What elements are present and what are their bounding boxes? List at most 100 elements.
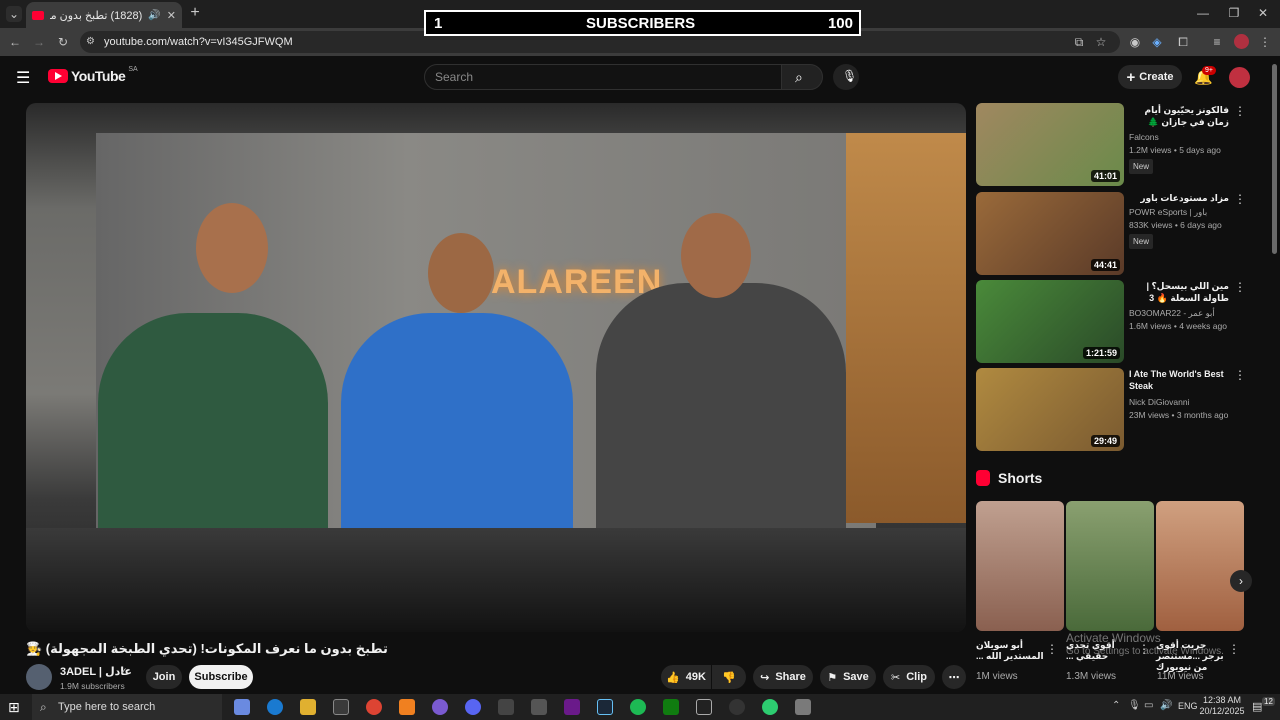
recommendation-thumbnail[interactable]: 29:49 xyxy=(976,368,1124,451)
share-icon: ↪ xyxy=(760,671,770,684)
search-input[interactable]: Search xyxy=(424,64,782,90)
short-thumbnail[interactable] xyxy=(1066,501,1154,631)
recommendation-channel[interactable]: POWR eSports | باور xyxy=(1129,206,1239,219)
file-explorer-icon[interactable] xyxy=(300,699,316,715)
recommendation-thumbnail[interactable]: 41:01 xyxy=(976,103,1124,186)
dislike-button[interactable]: 👎 xyxy=(712,665,746,689)
new-tab-icon[interactable]: + xyxy=(188,4,202,21)
search-button[interactable]: ⌕ xyxy=(781,64,823,90)
restore-icon[interactable]: ❐ xyxy=(1227,6,1241,20)
translate-extension-icon[interactable]: ◈ xyxy=(1150,35,1164,49)
recommendation-thumbnail[interactable]: 1:21:59 xyxy=(976,280,1124,363)
search-icon: ⌕ xyxy=(795,69,803,85)
more-vertical-icon[interactable]: ⋮ xyxy=(1228,642,1240,656)
close-window-icon[interactable]: ✕ xyxy=(1256,6,1270,20)
short-title[interactable]: أبو سويلان المستدير الله ... xyxy=(976,640,1056,662)
join-button[interactable]: Join xyxy=(146,665,182,689)
recommendation-channel[interactable]: BO3OMAR22 - أبو عمر xyxy=(1129,307,1239,320)
browser-menu-icon[interactable]: ⋮ xyxy=(1258,35,1272,49)
video-title: تطبخ بدون ما نعرف المكونات! (تحدي الطبخة… xyxy=(26,641,388,656)
reload-icon[interactable]: ↻ xyxy=(56,35,70,49)
subscribe-button[interactable]: Subscribe xyxy=(189,665,253,689)
obs-icon[interactable] xyxy=(729,699,745,715)
more-vertical-icon[interactable]: ⋮ xyxy=(1234,368,1246,382)
short-thumbnail[interactable] xyxy=(976,501,1064,631)
language-indicator[interactable]: ENG xyxy=(1178,701,1198,711)
video-player[interactable]: ALAREEN xyxy=(26,103,966,632)
app-window-icon[interactable] xyxy=(795,699,811,715)
watermark-line1: Activate Windows xyxy=(1066,631,1161,645)
plus-icon: + xyxy=(1126,68,1136,86)
windows-start-icon[interactable]: ⊞ xyxy=(8,699,20,716)
app-orange-icon[interactable] xyxy=(399,699,415,715)
recommendation-channel[interactable]: Nick DiGiovanni xyxy=(1129,396,1239,409)
like-button[interactable]: 👍 49K xyxy=(661,665,711,689)
copilot-icon[interactable] xyxy=(234,699,250,715)
speaker-icon[interactable]: 🔊 xyxy=(148,10,160,21)
microphone-tray-icon[interactable]: 🎙 xyxy=(1128,700,1141,711)
recommendation-title[interactable]: مين اللي بيسحل؟ | طاولة السعلة 🔥 3 xyxy=(1129,280,1229,304)
subscriber-count: 1.9M subscribers xyxy=(60,681,125,691)
recommendation-thumbnail[interactable]: 44:41 xyxy=(976,192,1124,275)
network-icon[interactable]: ▭ xyxy=(1144,700,1153,711)
taskbar-search-placeholder: Type here to search xyxy=(58,701,156,713)
create-label: Create xyxy=(1139,71,1174,83)
volume-icon[interactable]: 🔊 xyxy=(1160,700,1172,711)
shorts-next-arrow-icon[interactable]: › xyxy=(1230,570,1252,592)
recommendation-title[interactable]: مزاد مستودعات باور xyxy=(1129,192,1229,204)
channel-avatar[interactable] xyxy=(26,664,52,690)
save-button[interactable]: ⚑ Save xyxy=(820,665,876,689)
more-vertical-icon[interactable]: ⋮ xyxy=(1234,280,1246,294)
minimize-icon[interactable]: — xyxy=(1196,6,1210,20)
install-app-icon[interactable]: ⧉ xyxy=(1072,35,1086,50)
taskbar-clock[interactable]: 12:38 AM 20/12/2025 xyxy=(1198,695,1246,717)
video-scene-wood-panel xyxy=(846,133,966,523)
more-vertical-icon[interactable]: ⋮ xyxy=(1046,642,1058,656)
voice-search-button[interactable]: 🎙 xyxy=(833,64,859,90)
media-control-icon[interactable]: ≡ xyxy=(1210,35,1224,49)
edge-browser-icon[interactable] xyxy=(267,699,283,715)
capcut-icon[interactable] xyxy=(696,699,712,715)
short-thumbnail[interactable] xyxy=(1156,501,1244,631)
app-gray-icon[interactable] xyxy=(498,699,514,715)
more-vertical-icon[interactable]: ⋮ xyxy=(1234,192,1246,206)
recommendation-title[interactable]: فالكونز يحيّيون أيام زمان في جازان 🌲 xyxy=(1129,104,1230,128)
account-avatar[interactable] xyxy=(1229,67,1250,88)
app-dark-icon[interactable] xyxy=(531,699,547,715)
site-info-icon[interactable]: ⚙ xyxy=(86,31,95,53)
close-tab-icon[interactable]: ✕ xyxy=(167,9,176,22)
xbox-icon[interactable] xyxy=(663,699,679,715)
more-actions-button[interactable]: ⋯ xyxy=(942,665,966,689)
chrome-icon[interactable] xyxy=(366,699,382,715)
extension-icon[interactable]: ◉ xyxy=(1128,35,1142,49)
video-duration: 1:21:59 xyxy=(1082,347,1120,359)
youtube-logo[interactable]: YouTube SA xyxy=(48,66,138,84)
more-vertical-icon[interactable]: ⋮ xyxy=(1234,104,1246,118)
app-green-icon[interactable] xyxy=(762,699,778,715)
new-badge: New xyxy=(1129,159,1154,174)
recommendation-title[interactable]: I Ate The World's Best Steak xyxy=(1129,368,1229,392)
app-purple-icon[interactable] xyxy=(432,699,448,715)
forward-icon[interactable]: → xyxy=(32,35,46,49)
bookmark-star-icon[interactable]: ☆ xyxy=(1094,35,1108,49)
next-app-icon[interactable] xyxy=(564,699,580,715)
page-scrollbar[interactable] xyxy=(1272,64,1277,254)
browser-tab-active[interactable]: (1828) تطبخ بدون ما نعرف ال... 🔊 ✕ xyxy=(26,2,182,28)
menu-hamburger-icon[interactable]: ☰ xyxy=(16,68,30,88)
store-icon[interactable] xyxy=(333,699,349,715)
steam-icon[interactable] xyxy=(597,699,613,715)
taskbar-search-box[interactable]: ⌕ Type here to search xyxy=(32,694,222,720)
back-icon[interactable]: ← xyxy=(8,35,22,49)
create-button[interactable]: + Create xyxy=(1118,65,1182,89)
share-button[interactable]: ↪ Share xyxy=(753,665,813,689)
recommendation-channel[interactable]: Falcons xyxy=(1129,131,1239,144)
discord-icon[interactable] xyxy=(465,699,481,715)
tab-list-icon[interactable]: ⌄ xyxy=(6,6,22,22)
spotify-icon[interactable] xyxy=(630,699,646,715)
shorts-heading: Shorts xyxy=(976,470,1042,486)
profile-avatar[interactable] xyxy=(1234,34,1249,49)
extensions-puzzle-icon[interactable]: ⧠ xyxy=(1176,35,1190,50)
notification-center-icon[interactable]: ▤ xyxy=(1252,700,1262,713)
tray-overflow-icon[interactable]: ⌃ xyxy=(1112,700,1120,711)
clip-button[interactable]: ✂ Clip xyxy=(883,665,935,689)
